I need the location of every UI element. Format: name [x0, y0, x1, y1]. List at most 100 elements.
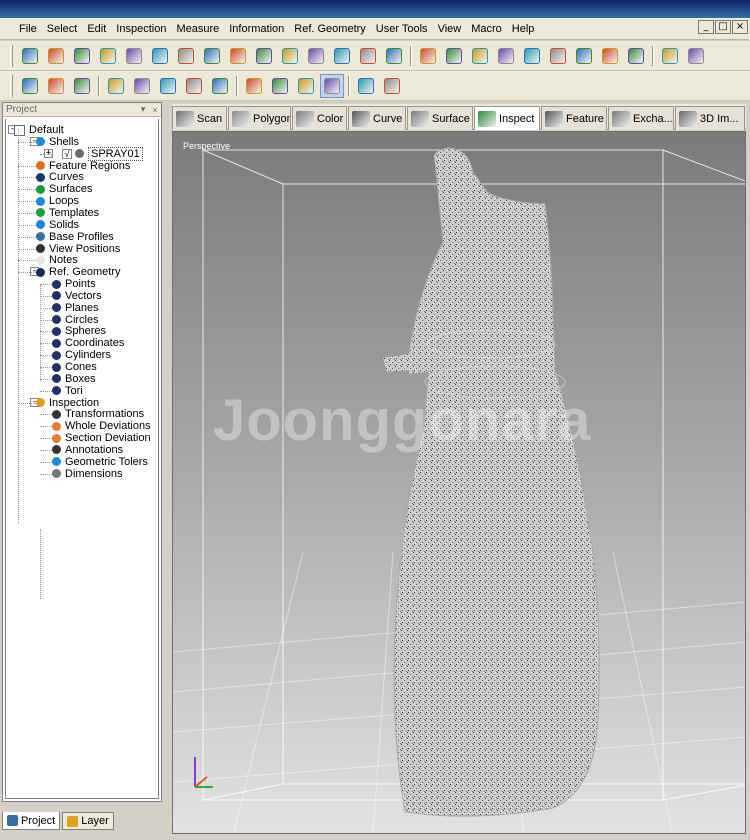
tab-inspect[interactable]: Inspect	[474, 106, 540, 130]
triangle-tool-button[interactable]	[382, 44, 406, 68]
bar-tool-button[interactable]	[658, 44, 682, 68]
tab-surface[interactable]: Surface	[407, 106, 473, 130]
panel-pin-button[interactable]: ▾	[137, 104, 149, 115]
axis-tool-button[interactable]	[598, 44, 622, 68]
tree-node-circles[interactable]: Circles	[52, 314, 99, 326]
upload-tool-button[interactable]	[130, 74, 154, 98]
network-tool-button[interactable]	[684, 44, 708, 68]
pointer-select-tool-button[interactable]	[354, 74, 378, 98]
view-box-tool-button[interactable]	[268, 74, 292, 98]
tab-polygon[interactable]: Polygon	[228, 106, 291, 130]
cylinder-tool-button[interactable]	[278, 44, 302, 68]
distance-tool-button[interactable]	[122, 44, 146, 68]
menu-view[interactable]: View	[433, 18, 467, 40]
world-tool-button[interactable]	[546, 44, 570, 68]
tree-node-vectors[interactable]: Vectors	[52, 290, 102, 302]
vector-tool-button[interactable]	[226, 44, 250, 68]
tree-node-cones[interactable]: Cones	[52, 361, 97, 373]
clock-tool-button[interactable]	[252, 44, 276, 68]
tree-node-templates[interactable]: Templates	[36, 207, 99, 219]
tab-curve[interactable]: Curve	[348, 106, 406, 130]
menu-macro[interactable]: Macro	[466, 18, 507, 40]
toolbar-grip[interactable]	[10, 44, 13, 67]
camera-tool-button[interactable]	[208, 74, 232, 98]
tree-node-view-positions[interactable]: View Positions	[36, 243, 120, 255]
tab-color[interactable]: Color	[292, 106, 347, 130]
tab-feature[interactable]: Feature	[541, 106, 607, 130]
tree-node-surfaces[interactable]: Surfaces	[36, 183, 92, 195]
redo-arrow-tool-button[interactable]	[104, 74, 128, 98]
tab-scan[interactable]: Scan	[172, 106, 227, 130]
tab-3d-im[interactable]: 3D Im...	[675, 106, 745, 130]
dots-tool-button[interactable]	[442, 44, 466, 68]
graph-tool-button[interactable]	[624, 44, 648, 68]
scatter-tool-button[interactable]	[494, 44, 518, 68]
close-button[interactable]: ×	[732, 20, 748, 34]
menu-file[interactable]: File	[14, 18, 42, 40]
document-tool-button[interactable]	[156, 74, 180, 98]
globe-tool-button[interactable]	[416, 44, 440, 68]
minimize-button[interactable]: _	[698, 20, 714, 34]
cursor-tool-button[interactable]	[380, 74, 404, 98]
tree-node-planes[interactable]: Planes	[52, 302, 99, 314]
toolbar-grip[interactable]	[10, 74, 13, 97]
menu-inspection[interactable]: Inspection	[111, 18, 171, 40]
new-tool-button[interactable]	[18, 74, 42, 98]
maximize-button[interactable]: □	[715, 20, 731, 34]
menu-measure[interactable]: Measure	[171, 18, 224, 40]
tree-node-annotations[interactable]: Annotations	[52, 444, 123, 456]
tree-node-points[interactable]: Points	[52, 278, 96, 290]
angle-tool-button[interactable]	[174, 44, 198, 68]
menu-ref-geometry[interactable]: Ref. Geometry	[289, 18, 371, 40]
shell-tool-button[interactable]	[18, 44, 42, 68]
tab-excha[interactable]: Excha...	[608, 106, 674, 130]
menu-edit[interactable]: Edit	[82, 18, 111, 40]
tree-node-dimensions[interactable]: Dimensions	[52, 468, 122, 480]
tab-layer[interactable]: Layer	[62, 812, 114, 830]
menu-user-tools[interactable]: User Tools	[371, 18, 433, 40]
puzzle-tool-button[interactable]	[572, 44, 596, 68]
tree-node-shells[interactable]: Shells	[36, 136, 79, 148]
tree-node-feature-regions[interactable]: Feature Regions	[36, 160, 130, 172]
target-tool-button[interactable]	[520, 44, 544, 68]
tree-node-base-profiles[interactable]: Base Profiles	[36, 231, 114, 243]
tab-project[interactable]: Project	[2, 812, 61, 830]
undo-tool-button[interactable]	[294, 74, 318, 98]
tree-node-section-deviation[interactable]: Section Deviation	[52, 432, 151, 444]
export-tool-button[interactable]	[70, 74, 94, 98]
tree-node-ref-geometry[interactable]: Ref. Geometry	[36, 266, 121, 278]
transfer-tool-button[interactable]	[182, 74, 206, 98]
shell-merge-tool-button[interactable]	[44, 44, 68, 68]
menu-select[interactable]: Select	[42, 18, 83, 40]
tool-tool-button[interactable]	[96, 44, 120, 68]
tree-node-solids[interactable]: Solids	[36, 219, 79, 231]
visibility-checkbox[interactable]: √	[62, 148, 72, 159]
import-tool-button[interactable]	[44, 74, 68, 98]
arrow-tool-button[interactable]	[330, 44, 354, 68]
measure-tool-button[interactable]	[148, 44, 172, 68]
tree-node-inspection[interactable]: Inspection	[36, 397, 99, 409]
curve-tool-button[interactable]	[70, 44, 94, 68]
circle-fit-tool-button[interactable]	[200, 44, 224, 68]
tree-node-tori[interactable]: Tori	[52, 385, 83, 397]
panel-close-button[interactable]: ×	[149, 105, 161, 115]
tree-node-whole-deviations[interactable]: Whole Deviations	[52, 420, 151, 432]
tree-node-notes[interactable]: Notes	[36, 254, 78, 266]
tree-node-curves[interactable]: Curves	[36, 171, 84, 183]
menu-help[interactable]: Help	[507, 18, 540, 40]
link-tool-button[interactable]	[468, 44, 492, 68]
branch-tool-button[interactable]	[356, 44, 380, 68]
tree-node-spray01[interactable]: √ SPRAY01	[62, 146, 143, 161]
tree-node-loops[interactable]: Loops	[36, 195, 79, 207]
refresh-tool-button[interactable]	[320, 73, 344, 98]
tree-node-transformations[interactable]: Transformations	[52, 408, 144, 420]
menu-information[interactable]: Information	[224, 18, 289, 40]
tree-node-coordinates[interactable]: Coordinates	[52, 337, 124, 349]
tree-node-spheres[interactable]: Spheres	[52, 325, 106, 337]
3d-viewport[interactable]: Perspective Joonggonara	[172, 131, 746, 834]
grid-tool-button[interactable]	[304, 44, 328, 68]
tree-node-geometric-tolers[interactable]: Geometric Tolers	[52, 456, 148, 468]
tree-node-cylinders[interactable]: Cylinders	[52, 349, 111, 361]
tree-node-boxes[interactable]: Boxes	[52, 373, 96, 385]
view-fit-tool-button[interactable]	[242, 74, 266, 98]
